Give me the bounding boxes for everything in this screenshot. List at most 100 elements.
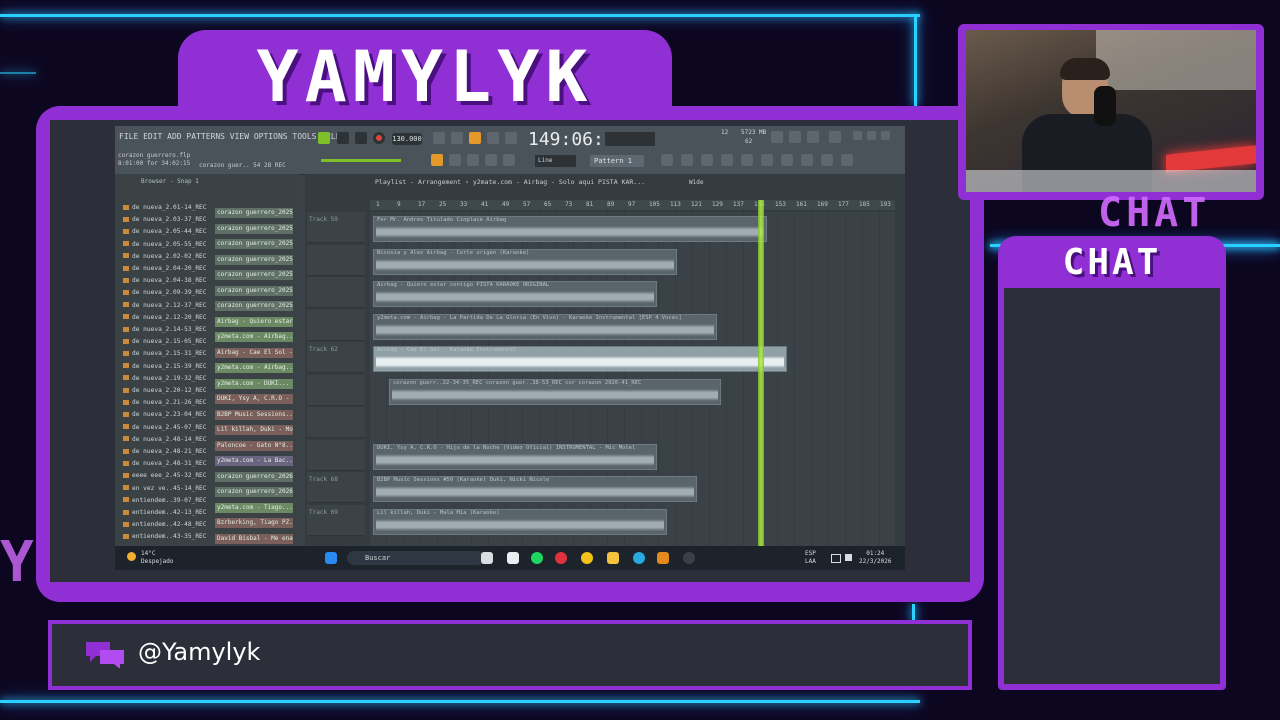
browser-item[interactable]: en vez ve..45-14_REC	[123, 485, 207, 492]
link-icon[interactable]	[485, 154, 497, 166]
channel-button[interactable]: y2meta.com - Airbag...	[215, 363, 293, 373]
channel-button[interactable]: corazon guerrero_2025-	[215, 208, 293, 218]
snap-select[interactable]: Line	[535, 155, 576, 167]
audio-clip[interactable]: DUKI, Ysy A, C.R.O - Hijo de la Noche (V…	[373, 443, 657, 470]
browser-item[interactable]: entiendem..42-48_REC	[123, 521, 207, 528]
track-header[interactable]	[307, 374, 365, 406]
metronome-icon[interactable]	[433, 132, 445, 144]
bpm-field[interactable]: 130.000	[392, 133, 422, 145]
browser-item[interactable]: de nueva_2.15-31_REC	[123, 350, 207, 357]
piano-roll-icon[interactable]	[681, 154, 693, 166]
opera-icon[interactable]	[555, 552, 567, 564]
browser-item[interactable]: de nueva_2.48-14_REC	[123, 436, 207, 443]
audio-clip[interactable]: Nicosia y Alex Airbag - Corte origen (Ka…	[373, 248, 677, 275]
browser-item[interactable]: de nueva_2.09-39_REC	[123, 289, 207, 296]
taskbar-search[interactable]: Buscar	[347, 551, 485, 565]
stop-button[interactable]	[355, 132, 367, 144]
browser-item[interactable]: de nueva_2.12-20_REC	[123, 314, 207, 321]
browser-item[interactable]: de nueva_2.12-37_REC	[123, 302, 207, 309]
clock[interactable]: 01:24 22/3/2026	[859, 550, 892, 566]
audio-clip[interactable]: Fer Mr. Andres Titulado Cinplace Airbag	[373, 216, 767, 242]
settings-icon[interactable]	[841, 154, 853, 166]
channel-button[interactable]: corazon guerrero_2026-	[215, 487, 293, 497]
file-icon[interactable]	[761, 154, 773, 166]
browser-item[interactable]: de nueva_2.15-39_REC	[123, 363, 207, 370]
save-icon[interactable]	[801, 154, 813, 166]
browser-item[interactable]: de nueva_2.20-12_REC	[123, 387, 207, 394]
track-header[interactable]	[307, 277, 365, 308]
mic-icon[interactable]	[807, 131, 819, 143]
channel-button[interactable]: David Bisbal - Me ena...	[215, 533, 293, 544]
channel-button[interactable]: corazon guerrero_2025-	[215, 270, 293, 280]
maximize-button[interactable]	[867, 131, 876, 140]
audio-clip[interactable]: y2meta.com - Airbag - La Partida De La G…	[373, 313, 717, 340]
close-button[interactable]	[881, 131, 890, 140]
track-header[interactable]	[307, 244, 365, 276]
channel-button[interactable]: corazon guerrero_2025-	[215, 223, 293, 234]
mixer-icon[interactable]	[661, 154, 673, 166]
loop-icon[interactable]	[451, 132, 463, 144]
channel-button[interactable]: Airbag - Cae El Sol -...	[215, 347, 293, 358]
pencil-icon[interactable]	[467, 154, 479, 166]
channel-button[interactable]: Airbag - Quiero estar...	[215, 316, 293, 327]
channel-button[interactable]: corazon guerrero_2025-	[215, 301, 293, 311]
track-header[interactable]: Track 68	[307, 472, 365, 503]
master-volume-slider[interactable]	[321, 159, 401, 162]
browser-item[interactable]: de nueva_2.15-05_REC	[123, 338, 207, 345]
browser-item[interactable]: de nueva_2.04-20_REC	[123, 265, 207, 272]
arrow-right-icon[interactable]	[449, 154, 461, 166]
channel-button[interactable]: Lil killah, Duki - Mol...	[215, 425, 293, 435]
folder-icon[interactable]	[781, 154, 793, 166]
channel-button[interactable]: Bzrberking, Tiago PZ...	[215, 518, 293, 528]
audio-clip[interactable]: Lil killah, Duki - Mala Mia (Karaoke)	[373, 508, 667, 535]
weather-widget[interactable]: 14°C Despejado	[141, 550, 174, 566]
playlist-icon[interactable]	[431, 154, 443, 166]
browser-item[interactable]: de nueva_2.45-07_REC	[123, 424, 207, 431]
browser-item[interactable]: de nueva_2.04-38_REC	[123, 277, 207, 284]
track-header[interactable]: Track 59	[307, 212, 365, 243]
audio-clip[interactable]: Airbag - Quiero estar contigo PISTA KARA…	[373, 281, 657, 307]
timeline-ruler[interactable]: 1 9 17 25 33 41 49 57 65 73 81 89 97 105 113 121 129 137 1…	[370, 200, 895, 210]
browser-item[interactable]: de nueva_2.02-02_REC	[123, 253, 207, 260]
undo-icon[interactable]	[771, 131, 783, 143]
track-header[interactable]	[307, 407, 365, 438]
browser-item[interactable]: de nueva_2.05-44_REC	[123, 228, 207, 235]
chrome-icon[interactable]	[581, 552, 593, 564]
track-header[interactable]: Track 62	[307, 342, 365, 373]
channel-button[interactable]: DUKI, Ysy A, C.R.O - N...	[215, 394, 293, 404]
file-explorer-icon[interactable]	[607, 552, 619, 564]
export-icon[interactable]	[821, 154, 833, 166]
fl-studio-icon[interactable]	[657, 552, 669, 564]
task-view-icon[interactable]	[481, 552, 493, 564]
spotify-icon[interactable]	[531, 552, 543, 564]
channel-button[interactable]: corazon guerrero_2025-	[215, 254, 293, 265]
browser-item[interactable]: de nueva_2.03-37_REC	[123, 216, 207, 223]
network-icon[interactable]	[831, 554, 841, 563]
browser-item[interactable]: de nueva_2.48-21_REC	[123, 448, 207, 455]
pattern-select[interactable]: Pattern 1	[590, 155, 644, 167]
edge-icon[interactable]	[633, 552, 645, 564]
browser-item[interactable]: de nueva_2.48-31_REC	[123, 460, 207, 467]
track-header[interactable]	[307, 439, 365, 471]
channel-button[interactable]: corazon guerrero_2025-	[215, 239, 293, 249]
browser-item[interactable]: entiendem..39-07_REC	[123, 497, 207, 504]
volume-icon[interactable]	[845, 554, 852, 561]
audio-clip[interactable]: Airbag - Cae El Sol - Karaoke Instrument…	[373, 346, 787, 372]
calendar-app-icon[interactable]	[507, 552, 519, 564]
browser-item[interactable]: de nueva_2.21-26_REC	[123, 399, 207, 406]
channel-button[interactable]: B2BP Music Sessions...	[215, 409, 293, 420]
minimize-button[interactable]	[853, 131, 862, 140]
playhead[interactable]	[758, 200, 764, 546]
channel-button[interactable]: y2meta.com - Airbag...	[215, 332, 293, 342]
track-header[interactable]	[307, 309, 365, 341]
browser-item[interactable]: de nueva_2.01-14_REC	[123, 204, 207, 211]
browser-item[interactable]: de nueva_2.14-53_REC	[123, 326, 207, 333]
channel-button[interactable]: y2meta.com - DUKI...	[215, 378, 293, 389]
channel-button[interactable]: corazon guerrero_2025-	[215, 285, 293, 296]
play-button[interactable]	[318, 132, 330, 144]
cut-icon[interactable]	[789, 131, 801, 143]
channel-button[interactable]: y2meta.com - La Bac...	[215, 456, 293, 466]
browser-item[interactable]: de nueva_2.05-55_REC	[123, 241, 207, 248]
track-header[interactable]: Track 69	[307, 504, 365, 536]
channel-button[interactable]: Paloncoe - Gato N°8...	[215, 440, 293, 451]
